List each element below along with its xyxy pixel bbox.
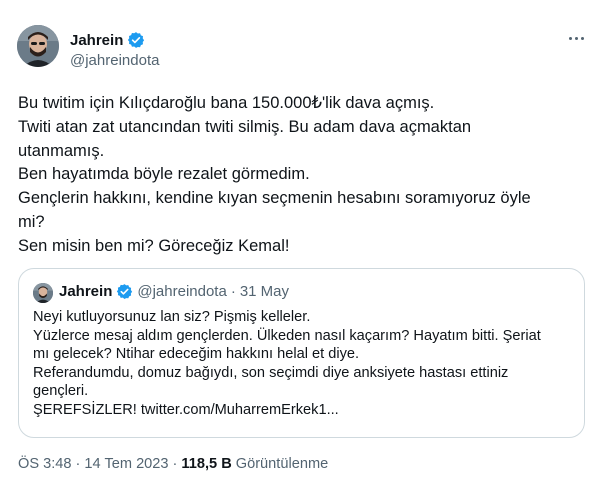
verified-badge-icon bbox=[116, 283, 133, 300]
tweet-line: Sen misin ben mi? Göreceğiz Kemal! bbox=[18, 236, 290, 255]
quoted-author-handle: @jahreindota bbox=[137, 283, 227, 300]
verified-badge-icon bbox=[127, 31, 145, 49]
footer-separator: · bbox=[75, 456, 81, 472]
author-name[interactable]: Jahrein bbox=[70, 32, 123, 49]
quoted-tweet-card[interactable]: Jahrein @jahreindota · 31 May Neyi kutlu… bbox=[18, 268, 585, 438]
quoted-line: ŞEREFSİZLER! twitter.com/MuharremErkek1.… bbox=[33, 401, 339, 418]
tweet-line: Gençlerin hakkını, kendine kıyan seçmeni… bbox=[18, 189, 531, 208]
tweet-line: Ben hayatımda böyle rezalet görmedim. bbox=[18, 165, 310, 184]
views-label: Görüntülenme bbox=[235, 456, 329, 472]
quoted-line: Yüzlerce mesaj aldım gençlerden. Ülkeden… bbox=[33, 327, 541, 344]
quoted-avatar bbox=[33, 283, 53, 303]
tweet-line: mi? bbox=[18, 212, 45, 231]
tweet-time[interactable]: ÖS 3:48 bbox=[18, 456, 72, 472]
quoted-line: Neyi kutluyorsunuz lan siz? Pişmiş kelle… bbox=[33, 309, 311, 325]
quoted-line: Referandumdu, domuz bağıydı, son seçimdi… bbox=[33, 364, 509, 381]
author-name-row[interactable]: Jahrein bbox=[70, 31, 145, 49]
tweet-text: Bu twitim için Kılıçdaroğlu bana 150.000… bbox=[18, 92, 583, 259]
tweet-date[interactable]: 14 Tem 2023 bbox=[84, 456, 168, 472]
quoted-line: gençleri. bbox=[33, 383, 89, 400]
quoted-author-name: Jahrein bbox=[59, 283, 113, 300]
author-handle[interactable]: @jahreindota bbox=[70, 52, 159, 69]
views-count[interactable]: 118,5 B bbox=[181, 456, 231, 472]
tweet-footer: ÖS 3:48 · 14 Tem 2023 · 118,5 B Görüntül… bbox=[18, 456, 328, 472]
quoted-date: 31 May bbox=[239, 283, 290, 300]
quoted-separator: · bbox=[230, 283, 236, 300]
tweet-line: utanmamış. bbox=[18, 141, 105, 160]
quoted-line: mı gelecek? Ntihar edeceğim hakkını hela… bbox=[33, 346, 360, 363]
quoted-header: Jahrein @jahreindota · 31 May bbox=[59, 283, 289, 300]
more-icon[interactable] bbox=[566, 30, 586, 46]
quoted-text: Neyi kutluyorsunuz lan siz? Pişmiş kelle… bbox=[33, 308, 573, 420]
avatar[interactable] bbox=[17, 25, 59, 67]
tweet-line: Bu twitim için Kılıçdaroğlu bana 150.000… bbox=[18, 94, 435, 112]
tweet: Jahrein @jahreindota Bu twitim için Kılı… bbox=[0, 0, 601, 483]
tweet-line: Twiti atan zat utancından twiti silmiş. … bbox=[18, 117, 472, 136]
footer-separator: · bbox=[172, 456, 178, 472]
